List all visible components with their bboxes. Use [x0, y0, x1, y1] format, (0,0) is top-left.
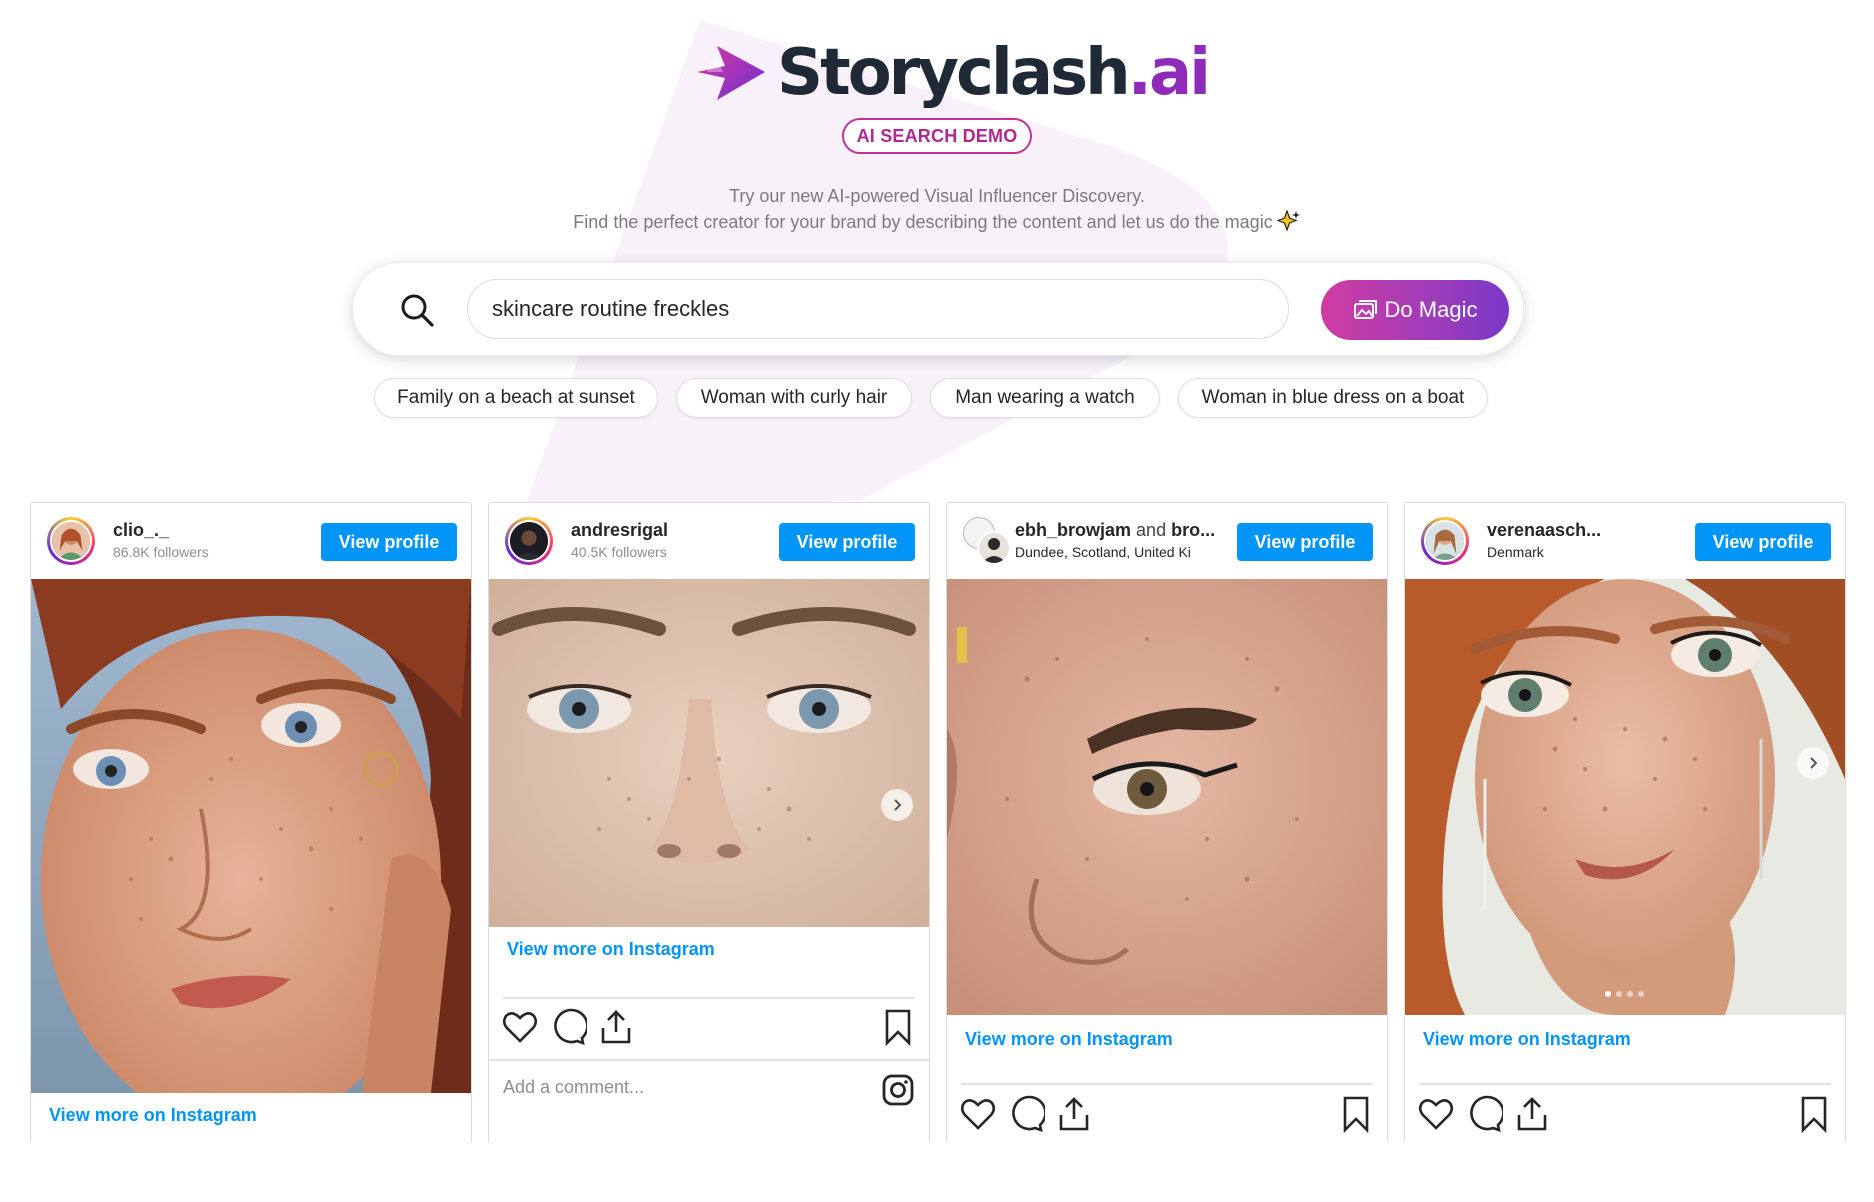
view-profile-button[interactable]: View profile — [1237, 523, 1373, 561]
image-icon — [1353, 300, 1377, 319]
post-image[interactable] — [1405, 579, 1845, 1015]
suggestion-chip-curly-hair[interactable]: Woman with curly hair — [676, 378, 912, 418]
comment-icon[interactable] — [1465, 1095, 1503, 1133]
bookmark-icon[interactable] — [1337, 1095, 1375, 1133]
divider — [503, 997, 915, 999]
card-header: verenaasch... Denmark View profile — [1405, 503, 1845, 577]
share-icon[interactable] — [597, 1008, 635, 1046]
divider — [1419, 1083, 1831, 1085]
bookmark-icon[interactable] — [879, 1008, 917, 1046]
view-profile-button[interactable]: View profile — [321, 523, 457, 561]
next-image-button[interactable] — [1797, 747, 1829, 779]
bookmark-icon[interactable] — [1795, 1095, 1833, 1133]
follower-count: 86.8K followers — [113, 544, 209, 560]
result-card: ebh_browjam and bro... Dundee, Scotland,… — [946, 502, 1388, 1142]
share-icon[interactable] — [1055, 1095, 1093, 1133]
suggestion-chip-blue-dress[interactable]: Woman in blue dress on a boat — [1178, 378, 1488, 418]
post-actions — [1417, 1095, 1833, 1135]
results-grid: clio_._ 86.8K followers View profile Vie… — [0, 502, 1874, 1142]
result-card: andresrigal 40.5K followers View profile — [488, 502, 930, 1142]
location: Denmark — [1487, 544, 1544, 560]
heart-icon[interactable] — [1417, 1095, 1455, 1133]
carousel-dot — [1627, 991, 1633, 997]
suggestion-chip-watch[interactable]: Man wearing a watch — [930, 378, 1160, 418]
logo[interactable]: Storyclash.ai — [695, 36, 1211, 110]
do-magic-button[interactable]: Do Magic — [1321, 280, 1509, 340]
comment-icon[interactable] — [549, 1008, 587, 1046]
result-card: clio_._ 86.8K followers View profile Vie… — [30, 502, 472, 1142]
avatar[interactable] — [1421, 517, 1469, 565]
chevron-right-icon — [1810, 757, 1818, 769]
carousel-dot — [1616, 991, 1622, 997]
view-more-on-instagram-link[interactable]: View more on Instagram — [1423, 1029, 1631, 1050]
location: Dundee, Scotland, United Ki — [1015, 544, 1191, 560]
follower-count: 40.5K followers — [571, 544, 667, 560]
heart-icon[interactable] — [501, 1008, 539, 1046]
card-header: clio_._ 86.8K followers View profile — [31, 503, 471, 577]
card-header: andresrigal 40.5K followers View profile — [489, 503, 929, 577]
carousel-dot — [1605, 991, 1611, 997]
view-more-on-instagram-link[interactable]: View more on Instagram — [49, 1105, 257, 1126]
share-icon[interactable] — [1513, 1095, 1551, 1133]
avatar[interactable] — [505, 517, 553, 565]
comment-row: Add a comment... — [489, 1059, 929, 1115]
username[interactable]: clio_._ — [113, 520, 169, 541]
collab-avatars[interactable] — [963, 517, 1013, 567]
instagram-icon[interactable] — [881, 1073, 915, 1107]
result-card: verenaasch... Denmark View profile View … — [1404, 502, 1846, 1142]
suggestion-chips: Family on a beach at sunset Woman with c… — [0, 378, 1874, 418]
search-input[interactable] — [467, 279, 1289, 339]
chevron-right-icon — [894, 799, 902, 811]
do-magic-label: Do Magic — [1384, 297, 1478, 322]
post-actions — [959, 1095, 1375, 1135]
ai-search-demo-badge: AI SEARCH DEMO — [842, 118, 1032, 154]
carousel-dot — [1638, 991, 1644, 997]
sparkle-icon — [1276, 210, 1300, 232]
tagline-line-2: Find the perfect creator for your brand … — [0, 210, 1874, 233]
search-bar: Do Magic — [352, 262, 1524, 356]
view-more-on-instagram-link[interactable]: View more on Instagram — [507, 939, 715, 960]
next-image-button[interactable] — [881, 789, 913, 821]
storyclash-logo-icon — [697, 46, 765, 100]
username[interactable]: andresrigal — [571, 520, 668, 541]
tagline-line-1: Try our new AI-powered Visual Influencer… — [729, 186, 1145, 206]
view-profile-button[interactable]: View profile — [779, 523, 915, 561]
username[interactable]: verenaasch... — [1487, 520, 1601, 541]
avatar[interactable] — [47, 517, 95, 565]
post-image[interactable] — [31, 579, 471, 1093]
search-icon — [401, 294, 434, 327]
add-comment-input[interactable]: Add a comment... — [503, 1077, 644, 1098]
comment-icon[interactable] — [1007, 1095, 1045, 1133]
post-image[interactable] — [489, 579, 929, 927]
view-profile-button[interactable]: View profile — [1695, 523, 1831, 561]
post-actions — [501, 1008, 917, 1048]
post-image[interactable] — [947, 579, 1387, 1015]
card-header: ebh_browjam and bro... Dundee, Scotland,… — [947, 503, 1387, 577]
divider — [961, 1083, 1373, 1085]
suggestion-chip-beach[interactable]: Family on a beach at sunset — [374, 378, 658, 418]
logo-wordmark: Storyclash.ai — [777, 36, 1211, 110]
carousel-dots — [1605, 991, 1644, 997]
username[interactable]: ebh_browjam and bro... — [1015, 520, 1215, 541]
heart-icon[interactable] — [959, 1095, 997, 1133]
view-more-on-instagram-link[interactable]: View more on Instagram — [965, 1029, 1173, 1050]
